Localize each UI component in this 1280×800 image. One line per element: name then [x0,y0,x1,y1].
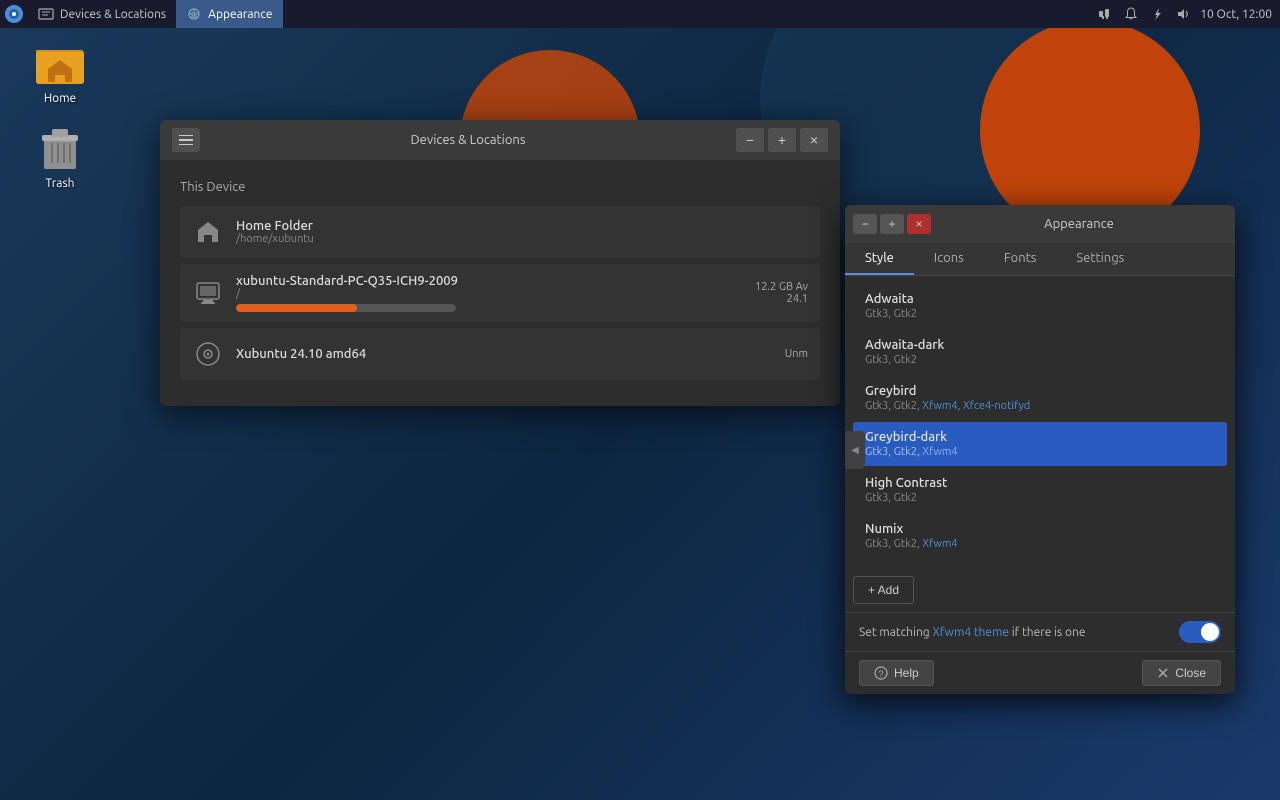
appearance-title: Appearance [931,217,1227,231]
close-footer-icon [1157,667,1169,679]
appearance-maximize-button[interactable]: + [880,214,904,234]
devices-minimize-button[interactable]: − [736,128,764,152]
devices-menu-button[interactable] [172,128,200,152]
svg-text:?: ? [879,669,884,679]
theme-high-contrast-tags: Gtk3, Gtk2 [865,492,1215,504]
device-disc-name: Xubuntu 24.10 amd64 [236,347,773,361]
appearance-collapse-arrow[interactable]: ◀ [845,431,865,469]
taskbar-devices-label: Devices & Locations [60,8,166,21]
appearance-close-button[interactable]: × [907,214,931,234]
devices-title: Devices & Locations [200,133,736,147]
home-folder-icon[interactable]: Home [20,40,100,105]
taskbar-devices-item[interactable]: Devices & Locations [28,0,176,28]
devices-close-button[interactable]: × [800,128,828,152]
appearance-tabs: Style Icons Fonts Settings [845,243,1235,276]
theme-numix-tags: Gtk3, Gtk2, Xfwm4 [865,538,1215,550]
device-home-path: /home/xubuntu [236,233,808,245]
devices-section-title: This Device [180,180,820,194]
desktop-icons: Home Trash [20,40,100,190]
home-folder-label: Home [44,92,76,105]
home-folder-image [36,40,84,88]
xfwm4-theme-link[interactable]: Xfwm4 theme [932,626,1009,639]
matching-text: Set matching Xfwm4 theme if there is one [859,626,1179,639]
storage-fill [236,304,357,312]
trash-image [36,125,84,173]
devices-content: This Device Home Folder /home/xubuntu [160,160,840,406]
theme-list: Adwaita Gtk3, Gtk2 Adwaita-dark Gtk3, Gt… [845,276,1235,568]
device-pc-storage: 12.2 GB Av 24.1 [755,281,808,305]
bell-icon[interactable] [1122,5,1140,23]
network-icon[interactable] [1096,5,1114,23]
devices-maximize-button[interactable]: + [768,128,796,152]
theme-adwaita-dark[interactable]: Adwaita-dark Gtk3, Gtk2 [853,330,1227,374]
theme-greybird-dark-tags: Gtk3, Gtk2, Xfwm4 [865,446,1215,458]
theme-greybird-dark-name: Greybird-dark [865,430,1215,444]
home-device-icon [192,216,224,248]
device-pc-info: xubuntu-Standard-PC-Q35-ICH9-2009 / [236,274,743,312]
matching-toggle[interactable] [1179,621,1221,643]
tab-style[interactable]: Style [845,243,914,275]
bolt-icon[interactable] [1148,5,1166,23]
disc-unmount-label: Unm [785,348,808,360]
taskbar-appearance-label: Appearance [208,8,272,21]
volume-icon[interactable] [1174,5,1192,23]
theme-adwaita-dark-tags: Gtk3, Gtk2 [865,354,1215,366]
theme-greybird-tags: Gtk3, Gtk2, Xfwm4, Xfce4-notifyd [865,400,1215,412]
close-label: Close [1175,666,1206,680]
theme-high-contrast-name: High Contrast [865,476,1215,490]
appearance-titlebar: − + × Appearance [845,205,1235,243]
matching-row: Set matching Xfwm4 theme if there is one [845,612,1235,651]
taskbar-right: 10 Oct, 12:00 [1096,5,1280,23]
theme-greybird[interactable]: Greybird Gtk3, Gtk2, Xfwm4, Xfce4-notify… [853,376,1227,420]
pc-device-icon [192,277,224,309]
device-home-info: Home Folder /home/xubuntu [236,219,808,245]
appearance-window-controls: − + × [853,214,931,234]
device-pc-path: / [236,288,743,300]
devices-window: Devices & Locations − + × This Device Ho… [160,120,840,406]
desktop: Devices & Locations Appearance [0,0,1280,800]
device-home-name: Home Folder [236,219,808,233]
toggle-knob [1201,623,1219,641]
tab-fonts[interactable]: Fonts [984,243,1057,275]
taskbar-logo[interactable] [0,0,28,28]
device-item-pc[interactable]: xubuntu-Standard-PC-Q35-ICH9-2009 / 12.2… [180,264,820,322]
storage-available: 12.2 GB Av [755,281,808,293]
device-disc-info: Xubuntu 24.10 amd64 [236,347,773,361]
trash-icon[interactable]: Trash [20,125,100,190]
device-pc-name: xubuntu-Standard-PC-Q35-ICH9-2009 [236,274,743,288]
taskbar-appearance-item[interactable]: Appearance [176,0,282,28]
tab-icons[interactable]: Icons [914,243,984,275]
taskbar-time: 10 Oct, 12:00 [1200,8,1272,21]
appearance-window: ◀ − + × Appearance Style Icons Fonts Set… [845,205,1235,694]
disc-device-icon [192,338,224,370]
device-item-disc[interactable]: Xubuntu 24.10 amd64 Unm [180,328,820,380]
device-item-home[interactable]: Home Folder /home/xubuntu [180,206,820,258]
theme-adwaita-tags: Gtk3, Gtk2 [865,308,1215,320]
taskbar: Devices & Locations Appearance [0,0,1280,28]
tab-settings[interactable]: Settings [1056,243,1144,275]
theme-greybird-dark[interactable]: Greybird-dark Gtk3, Gtk2, Xfwm4 [853,422,1227,466]
theme-numix-name: Numix [865,522,1215,536]
device-disc-action: Unm [785,348,808,360]
close-button[interactable]: Close [1142,660,1221,686]
help-button[interactable]: ? Help [859,660,934,686]
theme-adwaita-name: Adwaita [865,292,1215,306]
theme-adwaita[interactable]: Adwaita Gtk3, Gtk2 [853,284,1227,328]
add-theme-label: + Add [868,583,899,597]
trash-label: Trash [45,177,74,190]
theme-adwaita-dark-name: Adwaita-dark [865,338,1215,352]
storage-bar [236,304,456,312]
theme-numix[interactable]: Numix Gtk3, Gtk2, Xfwm4 [853,514,1227,558]
theme-high-contrast[interactable]: High Contrast Gtk3, Gtk2 [853,468,1227,512]
storage-total: 24.1 [755,293,808,305]
help-icon: ? [874,666,888,680]
help-label: Help [894,666,919,680]
devices-window-controls: − + × [736,128,828,152]
appearance-footer: ? Help Close [845,651,1235,694]
add-theme-button[interactable]: + Add [853,576,914,604]
appearance-minimize-button[interactable]: − [853,214,877,234]
theme-greybird-name: Greybird [865,384,1215,398]
devices-titlebar: Devices & Locations − + × [160,120,840,160]
